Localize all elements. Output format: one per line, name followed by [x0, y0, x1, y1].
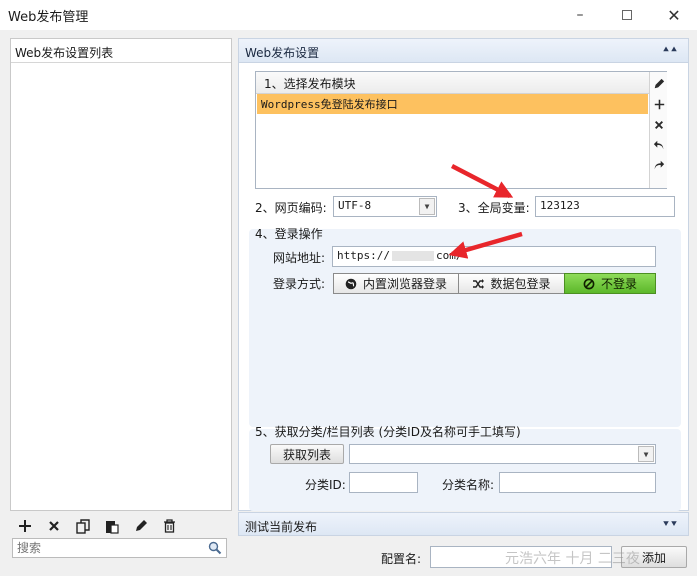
settings-list-header: Web发布设置列表 [11, 39, 231, 63]
shuffle-icon [473, 278, 485, 289]
global-var-input[interactable]: 123123 [535, 196, 675, 217]
add-icon[interactable] [10, 514, 39, 538]
login-method-packet-label: 数据包登录 [490, 277, 551, 291]
chevron-down-icon[interactable]: ▼ [419, 198, 435, 215]
copy-icon[interactable] [68, 514, 97, 538]
edit-icon[interactable] [650, 74, 668, 94]
delete-icon[interactable] [39, 514, 68, 538]
left-toolbar [10, 513, 232, 539]
login-method-none[interactable]: 不登录 [564, 273, 656, 294]
login-method-browser[interactable]: 内置浏览器登录 [333, 273, 459, 294]
add-icon[interactable] [650, 94, 668, 114]
global-var-label: 3、全局变量: [458, 201, 530, 215]
category-name-input[interactable] [499, 472, 656, 493]
category-select[interactable]: ▼ [349, 444, 656, 464]
login-method-none-label: 不登录 [600, 277, 637, 291]
login-section-label: 4、登录操作 [255, 227, 323, 241]
site-url-input[interactable]: https:// com/ [332, 246, 656, 267]
publish-settings-title: Web发布设置 [245, 46, 320, 60]
title-bar: Web发布管理 – ✕ [0, 0, 697, 30]
test-publish-title: 测试当前发布 [245, 520, 318, 534]
encoding-select[interactable]: UTF-8 ▼ [333, 196, 437, 217]
module-list-header: 1、选择发布模块 [256, 72, 649, 94]
module-toolbar [649, 72, 667, 188]
category-name-label: 分类名称: [442, 478, 495, 492]
encoding-value: UTF-8 [338, 199, 372, 212]
encoding-label: 2、网页编码: [255, 201, 327, 215]
redacted-block [391, 251, 434, 261]
undo-icon[interactable] [650, 135, 668, 155]
globe-icon [345, 278, 357, 289]
minimize-icon[interactable]: – [557, 0, 603, 30]
redo-icon[interactable] [650, 155, 668, 175]
category-section [249, 429, 681, 511]
publish-settings-panel: Web发布设置 ⯅⯅ 1、选择发布模块 Wordpress免登陆发布接口 2、网… [238, 38, 689, 511]
site-url-label: 网站地址: [273, 251, 326, 265]
login-method-packet[interactable]: 数据包登录 [458, 273, 565, 294]
edit-icon[interactable] [126, 514, 155, 538]
chevron-down-icon[interactable]: ▼ [638, 446, 654, 462]
expand-down-icon[interactable]: ⯆⯆ [662, 519, 678, 530]
maximize-icon[interactable] [604, 0, 650, 30]
search-input[interactable] [13, 539, 203, 557]
search-box [12, 538, 227, 558]
test-publish-header[interactable]: 测试当前发布 ⯆⯆ [238, 512, 689, 536]
site-url-suffix: com/ [435, 249, 463, 262]
login-method-label: 登录方式: [273, 277, 326, 291]
site-url-prefix: https:// [337, 249, 390, 262]
paste-icon[interactable] [97, 514, 126, 538]
publish-module-box: 1、选择发布模块 Wordpress免登陆发布接口 [255, 71, 667, 189]
trash-icon[interactable] [155, 514, 184, 538]
category-id-label: 分类ID: [305, 478, 346, 492]
login-method-browser-label: 内置浏览器登录 [362, 277, 447, 291]
watermark: 元浩六年 十月 二三夜 [505, 551, 640, 567]
close-icon[interactable]: ✕ [651, 0, 697, 30]
publish-settings-header[interactable]: Web发布设置 ⯅⯅ [239, 39, 688, 63]
module-list-item[interactable]: Wordpress免登陆发布接口 [257, 94, 648, 114]
category-id-input[interactable] [349, 472, 418, 493]
settings-list-panel: Web发布设置列表 [10, 38, 232, 511]
window-title: Web发布管理 [8, 10, 89, 25]
ban-icon [583, 278, 595, 289]
fetch-list-button[interactable]: 获取列表 [270, 444, 344, 464]
config-name-label: 配置名: [381, 552, 422, 566]
search-icon[interactable] [208, 541, 222, 558]
module-item-label: Wordpress免登陆发布接口 [261, 98, 398, 111]
category-section-label: 5、获取分类/栏目列表 (分类ID及名称可手工填写) [255, 425, 521, 439]
collapse-up-icon[interactable]: ⯅⯅ [662, 45, 678, 56]
delete-icon[interactable] [650, 115, 668, 135]
